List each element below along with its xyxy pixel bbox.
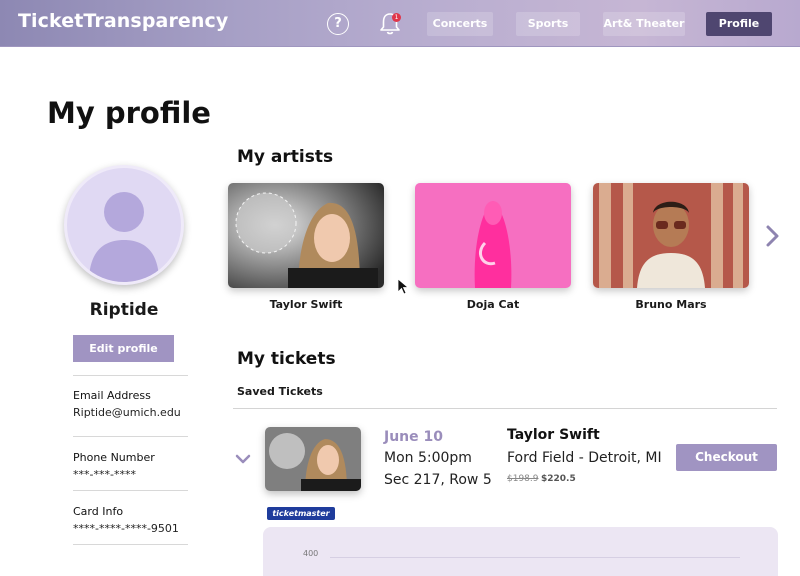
artist-name: Taylor Swift: [269, 298, 343, 311]
phone-label: Phone Number: [73, 451, 155, 464]
chevron-right-icon[interactable]: [762, 222, 782, 250]
card-label: Card Info: [73, 505, 124, 518]
ticketmaster-logo: ticketmaster: [267, 507, 335, 520]
nav-art-theater[interactable]: Art& Theater: [603, 12, 685, 36]
artist-name: Doja Cat: [466, 298, 520, 311]
brand-logo[interactable]: TicketTransparency: [18, 10, 228, 32]
divider: [73, 375, 188, 376]
artist-card-doja-cat[interactable]: [415, 183, 571, 288]
my-artists-title: My artists: [237, 147, 334, 167]
page-title: My profile: [47, 96, 211, 130]
edit-profile-button[interactable]: Edit profile: [73, 335, 174, 362]
ticket-thumbnail: [265, 427, 361, 491]
artist-card-taylor-swift[interactable]: [228, 183, 384, 288]
ticket-date: June 10: [384, 429, 443, 445]
saved-tickets-label: Saved Tickets: [237, 385, 323, 398]
divider: [73, 544, 188, 545]
nav-profile[interactable]: Profile: [706, 12, 772, 36]
email-label: Email Address: [73, 389, 151, 402]
chevron-down-icon[interactable]: [234, 452, 252, 466]
notification-badge: 1: [392, 13, 401, 22]
chart-tick-label: 400: [303, 549, 319, 558]
mouse-cursor-icon: [397, 278, 409, 295]
artist-photo: [593, 183, 749, 288]
ticket-artist: Taylor Swift: [507, 427, 600, 443]
ticket-old-price: $198.9: [507, 474, 539, 484]
artist-photo: [228, 183, 384, 288]
avatar[interactable]: [64, 165, 184, 285]
username: Riptide: [89, 300, 159, 320]
artist-name: Bruno Mars: [635, 298, 707, 311]
user-silhouette-icon: [89, 192, 159, 282]
nav-sports[interactable]: Sports: [516, 12, 580, 36]
ticket-seat: Sec 217, Row 5: [384, 472, 492, 488]
divider: [73, 436, 188, 437]
help-icon[interactable]: ?: [327, 13, 349, 35]
divider: [73, 490, 188, 491]
ticket-time: Mon 5:00pm: [384, 450, 472, 466]
my-tickets-title: My tickets: [237, 349, 336, 369]
ticket-new-price: $220.5: [541, 474, 576, 484]
ticket-venue: Ford Field - Detroit, MI: [507, 450, 662, 466]
nav-concerts[interactable]: Concerts: [427, 12, 493, 36]
email-value: Riptide@umich.edu: [73, 406, 181, 419]
phone-value: ***-***-****: [73, 468, 136, 481]
card-value: ****-****-****-9501: [73, 522, 179, 535]
artist-photo: [415, 183, 571, 288]
artist-card-bruno-mars[interactable]: [593, 183, 749, 288]
divider: [233, 408, 777, 409]
checkout-button[interactable]: Checkout: [676, 444, 777, 471]
chart-gridline: [330, 557, 740, 558]
price-chart-panel: [263, 527, 778, 576]
top-nav-bar: TicketTransparency ? 1 Concerts Sports A…: [0, 0, 800, 47]
